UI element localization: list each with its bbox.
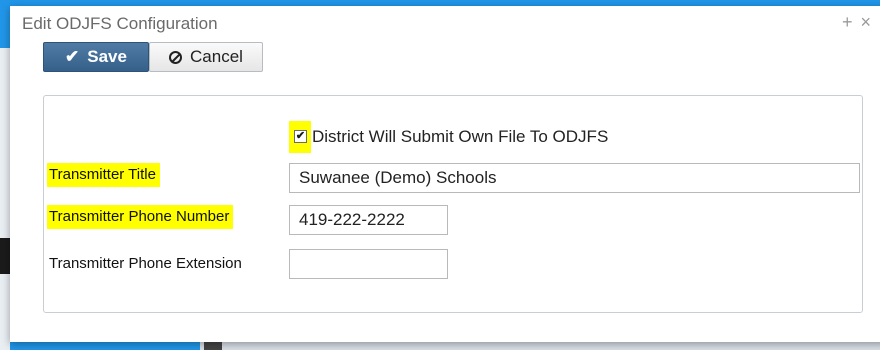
- edit-config-dialog: Edit ODJFS Configuration + × ✔ Save Cance…: [10, 6, 880, 342]
- background-edge: [0, 238, 10, 274]
- transmitter-phone-label: Transmitter Phone Number: [47, 205, 234, 229]
- transmitter-phone-field[interactable]: [289, 205, 448, 235]
- dialog-titlebar[interactable]: Edit ODJFS Configuration + ×: [10, 6, 880, 40]
- checkbox-highlight: ✔: [289, 121, 311, 153]
- title-actions: + ×: [842, 12, 879, 33]
- expand-icon[interactable]: +: [842, 12, 853, 32]
- district-submit-checkbox-row[interactable]: ✔ District Will Submit Own File To ODJFS: [289, 121, 608, 153]
- background-panel: [0, 48, 10, 350]
- transmitter-title-field[interactable]: [289, 163, 860, 193]
- cancel-icon: [169, 50, 183, 64]
- district-submit-label: District Will Submit Own File To ODJFS: [312, 127, 609, 146]
- background-footer: [200, 342, 880, 350]
- save-button-label: Save: [87, 47, 127, 66]
- transmitter-title-label: Transmitter Title: [47, 163, 160, 187]
- dialog-title: Edit ODJFS Configuration: [22, 14, 218, 33]
- checkmark-icon: ✔: [295, 130, 306, 142]
- district-submit-checkbox[interactable]: ✔: [294, 130, 307, 143]
- cancel-button-label: Cancel: [190, 47, 243, 66]
- transmitter-extension-label: Transmitter Phone Extension: [49, 255, 242, 272]
- close-icon[interactable]: ×: [861, 12, 872, 32]
- save-button[interactable]: ✔ Save: [43, 42, 149, 72]
- transmitter-extension-field[interactable]: [289, 249, 448, 279]
- cancel-button[interactable]: Cancel: [149, 42, 263, 72]
- background-footer-mark: [204, 342, 222, 350]
- checkmark-icon: ✔: [65, 47, 80, 66]
